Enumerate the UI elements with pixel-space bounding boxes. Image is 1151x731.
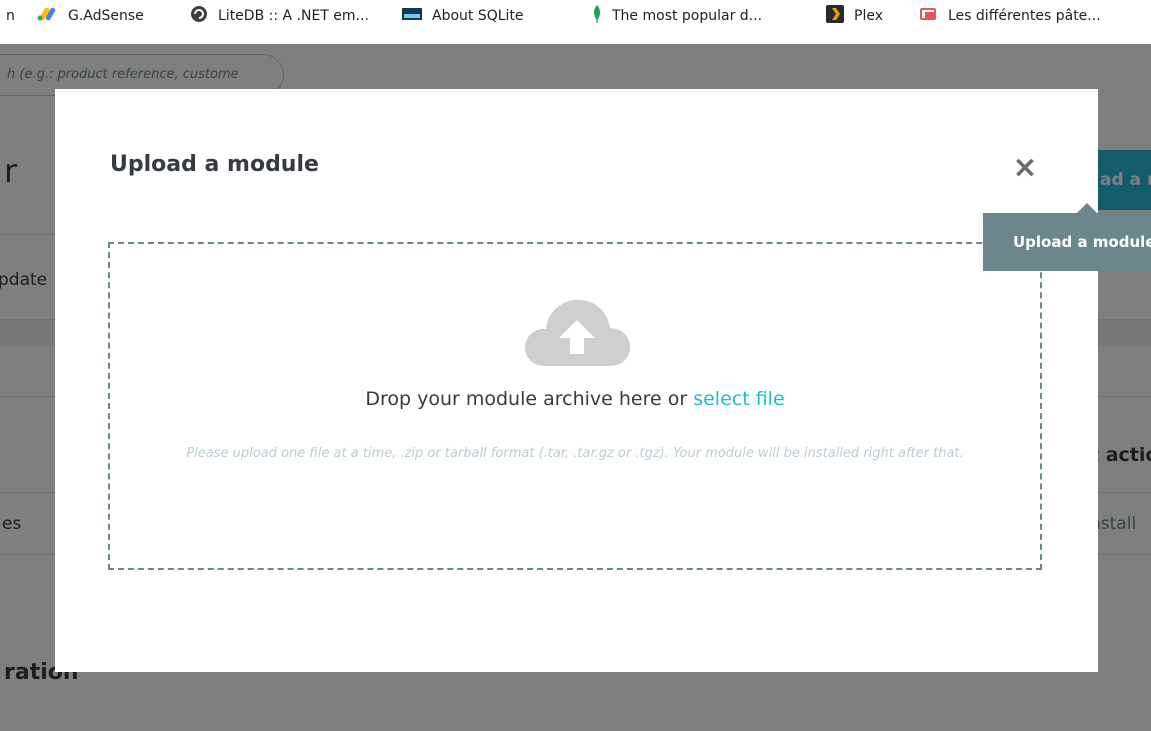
plex-icon [826,5,844,27]
bookmark-item[interactable]: Plex [826,3,883,29]
bookmark-item[interactable]: The most popular d... [592,3,762,29]
upload-module-tooltip: Upload a module [983,213,1151,271]
bookmark-label: Plex [854,8,883,24]
litedb-icon [190,5,208,27]
bookmarks-bar: n G.AdSense LiteDB :: A .NET em... About… [0,0,1151,44]
bookmark-item[interactable]: About SQLite [402,3,524,29]
bookmark-item[interactable]: n [6,3,15,29]
upload-module-modal: Upload a module × Drop your module archi… [55,89,1098,672]
modal-title: Upload a module [110,152,319,177]
bookmark-icon [920,6,938,26]
bookmark-label: The most popular d... [612,8,763,24]
bookmark-label: LiteDB :: A .NET em... [218,8,369,24]
select-file-link[interactable]: select file [693,388,784,410]
drop-instruction: Drop your module archive here or [365,388,688,410]
tooltip-arrow [1077,203,1097,213]
module-dropzone[interactable]: Drop your module archive here or select … [108,242,1042,570]
cloud-upload-icon [522,294,632,368]
bookmark-label: n [6,8,15,24]
bookmark-label: G.AdSense [68,8,144,24]
upload-hint: Please upload one file at a time, .zip o… [186,446,964,461]
close-button[interactable]: × [1010,153,1040,183]
bookmark-label: About SQLite [432,8,524,24]
sqlite-icon [402,6,422,26]
bookmark-item[interactable]: LiteDB :: A .NET em... [190,3,369,29]
bookmark-item[interactable]: Les différentes pâte... [920,3,1101,29]
mongodb-leaf-icon [592,5,602,27]
bookmark-label: Les différentes pâte... [948,8,1101,24]
bookmark-item[interactable]: G.AdSense [36,3,144,29]
google-ads-icon [36,7,58,25]
dropzone-text: Drop your module archive here or select … [110,388,1040,410]
